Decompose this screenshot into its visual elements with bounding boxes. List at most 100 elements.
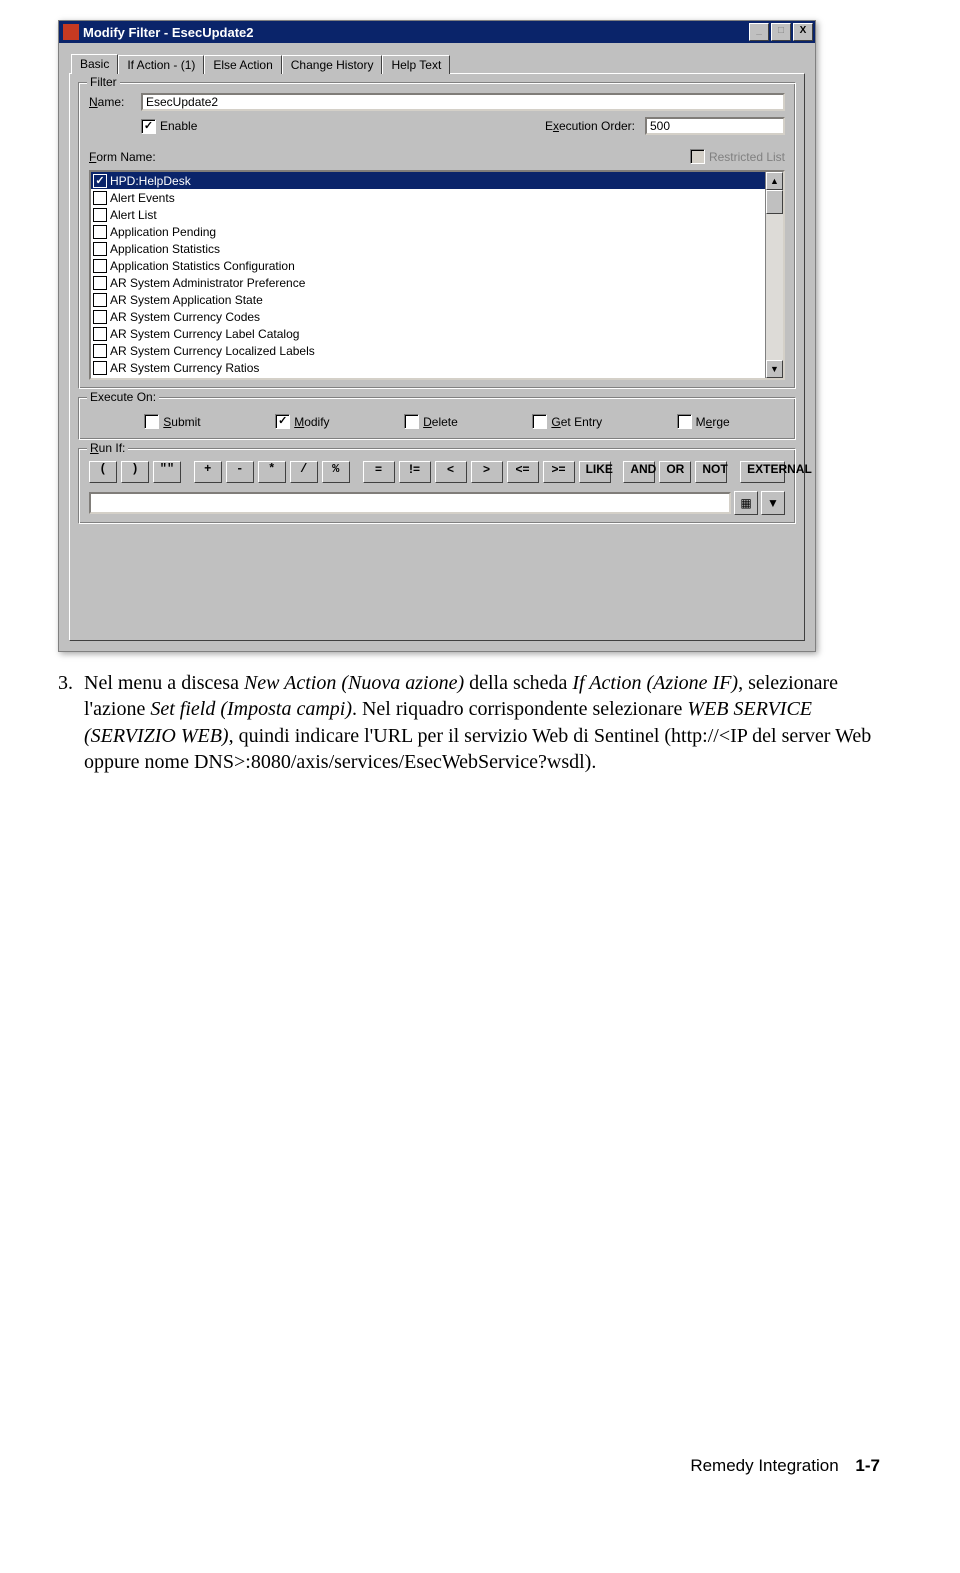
scroll-thumb[interactable] (766, 190, 783, 214)
op-button[interactable]: OR (659, 461, 691, 483)
form-list-label: AR System Currency Codes (110, 310, 260, 324)
execute-on-modify[interactable]: Modify (275, 414, 329, 429)
form-list-row[interactable]: AR System Administrator Preference (91, 274, 765, 291)
form-list-row[interactable]: Application Pending (91, 223, 765, 240)
form-list-label: AR System Currency Ratios (110, 361, 259, 375)
execute-on-get-entry[interactable]: Get Entry (532, 414, 602, 429)
form-list-checkbox[interactable] (93, 276, 107, 290)
form-name-list[interactable]: HPD:HelpDesk Alert Events Alert List Applic… (89, 170, 785, 380)
execute-on-label: Get Entry (551, 415, 602, 429)
enable-label: Enable (160, 119, 197, 133)
op-button[interactable]: = (363, 461, 395, 483)
op-button[interactable]: != (399, 461, 431, 483)
step-number: 3. (58, 670, 84, 776)
tab-basic[interactable]: Basic (71, 54, 118, 74)
name-label: Name: (89, 95, 141, 109)
app-icon (63, 24, 79, 40)
form-list-checkbox[interactable] (93, 310, 107, 324)
exec-order-input[interactable] (645, 117, 785, 135)
form-list-label: Alert List (110, 208, 157, 222)
form-list-checkbox[interactable] (93, 293, 107, 307)
op-button[interactable]: ( (89, 461, 117, 483)
form-list-row[interactable]: Application Statistics Configuration (91, 257, 765, 274)
form-list-checkbox[interactable] (93, 191, 107, 205)
maximize-button[interactable]: □ (771, 23, 791, 41)
form-list-row[interactable]: AR System Currency Ratios (91, 359, 765, 376)
form-list-label: Alert Events (110, 191, 175, 205)
op-button[interactable]: "" (153, 461, 181, 483)
minimize-button[interactable]: _ (749, 23, 769, 41)
form-list-checkbox[interactable] (93, 327, 107, 341)
op-button[interactable]: > (471, 461, 503, 483)
op-button[interactable]: EXTERNAL (740, 461, 785, 483)
op-button[interactable]: AND (623, 461, 655, 483)
op-button[interactable]: - (226, 461, 254, 483)
form-list-checkbox[interactable] (93, 225, 107, 239)
form-list-checkbox[interactable] (93, 208, 107, 222)
op-button[interactable]: < (435, 461, 467, 483)
exec-order-label: Execution Order: (545, 119, 635, 133)
run-if-input[interactable] (89, 492, 731, 514)
tab-else-action[interactable]: Else Action (204, 55, 281, 74)
page-number: 1-7 (855, 1456, 880, 1475)
execute-on-checkbox[interactable] (144, 414, 159, 429)
tab-strip: Basic If Action - (1) Else Action Change… (69, 53, 805, 73)
op-button[interactable]: >= (543, 461, 575, 483)
run-if-legend: Run If: (87, 441, 128, 455)
form-name-label: Form Name: (89, 150, 156, 164)
form-list-row[interactable]: AR System Currency Localized Labels (91, 342, 765, 359)
tab-if-action[interactable]: If Action - (1) (118, 55, 204, 74)
restricted-list-checkbox (690, 149, 705, 164)
execute-on-checkbox[interactable] (404, 414, 419, 429)
dropdown-button[interactable]: ▼ (761, 491, 785, 515)
form-list-label: Application Pending (110, 225, 216, 239)
form-list-checkbox[interactable] (93, 344, 107, 358)
step-text: Nel menu a discesa New Action (Nuova azi… (84, 670, 880, 776)
tab-change-history[interactable]: Change History (282, 55, 383, 74)
execute-on-label: Modify (294, 415, 329, 429)
name-input[interactable] (141, 93, 785, 111)
form-list-scrollbar[interactable]: ▲ ▼ (765, 172, 783, 378)
form-list-row[interactable]: Alert Events (91, 189, 765, 206)
expression-builder-button[interactable]: ▦ (734, 491, 758, 515)
form-list-row[interactable]: Application Statistics (91, 240, 765, 257)
execute-on-merge[interactable]: Merge (677, 414, 730, 429)
op-button[interactable]: * (258, 461, 286, 483)
execute-on-checkbox[interactable] (532, 414, 547, 429)
form-list-checkbox[interactable] (93, 259, 107, 273)
form-list-row[interactable]: Alert List (91, 206, 765, 223)
execute-on-legend: Execute On: (87, 390, 159, 404)
form-list-row[interactable]: AR System Currency Codes (91, 308, 765, 325)
scroll-track[interactable] (766, 190, 783, 360)
scroll-down-button[interactable]: ▼ (766, 360, 783, 378)
form-list-row[interactable]: AR System Currency Label Catalog (91, 325, 765, 342)
run-if-group: Run If: ()""+-*/%=!=<><=>=LIKEANDORNOTEX… (78, 448, 796, 524)
op-button[interactable]: NOT (695, 461, 727, 483)
form-list-row[interactable]: HPD:HelpDesk (91, 172, 765, 189)
op-button[interactable]: % (322, 461, 350, 483)
op-button[interactable]: + (194, 461, 222, 483)
op-button[interactable]: ) (121, 461, 149, 483)
execute-on-checkbox[interactable] (275, 414, 290, 429)
op-button[interactable]: <= (507, 461, 539, 483)
form-list-row[interactable]: AR System Application State (91, 291, 765, 308)
op-button[interactable]: LIKE (579, 461, 611, 483)
window-title: Modify Filter - EsecUpdate2 (83, 25, 747, 40)
form-list-checkbox[interactable] (93, 361, 107, 375)
execute-on-delete[interactable]: Delete (404, 414, 458, 429)
form-list-label: Application Statistics (110, 242, 220, 256)
form-list-label: AR System Currency Label Catalog (110, 327, 299, 341)
spacer (78, 532, 796, 626)
tab-help-text[interactable]: Help Text (382, 55, 450, 74)
execute-on-checkbox[interactable] (677, 414, 692, 429)
title-bar: Modify Filter - EsecUpdate2 _ □ X (59, 21, 815, 43)
enable-checkbox[interactable] (141, 119, 156, 134)
form-list-label: AR System Application State (110, 293, 263, 307)
form-list-checkbox[interactable] (93, 242, 107, 256)
form-list-label: Application Statistics Configuration (110, 259, 295, 273)
close-button[interactable]: X (793, 23, 813, 41)
form-list-checkbox[interactable] (93, 174, 107, 188)
op-button[interactable]: / (290, 461, 318, 483)
execute-on-submit[interactable]: Submit (144, 414, 200, 429)
scroll-up-button[interactable]: ▲ (766, 172, 783, 190)
